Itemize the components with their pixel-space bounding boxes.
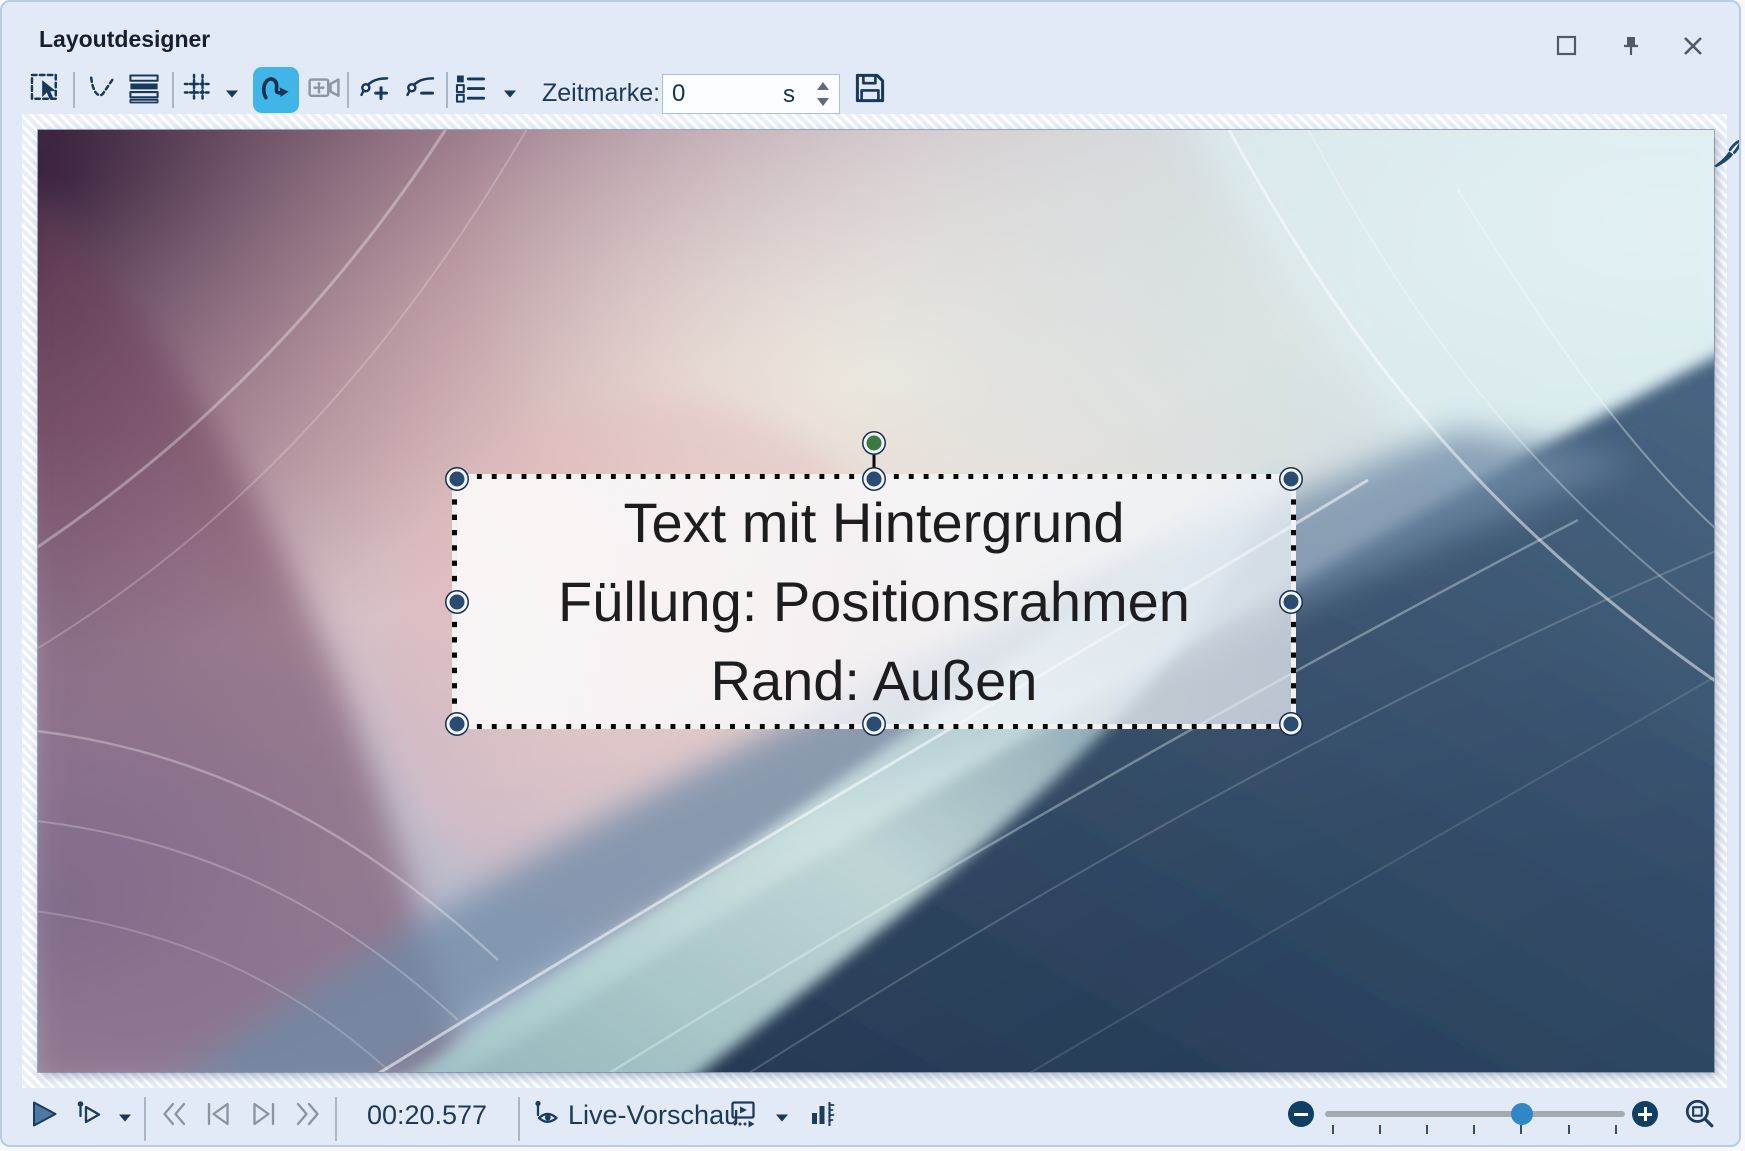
separator: [335, 1097, 337, 1141]
resize-handle-nw[interactable]: [447, 469, 468, 490]
separator: [446, 72, 448, 108]
play-icon: [29, 1116, 59, 1133]
slider-tick: [1520, 1125, 1522, 1134]
save-button[interactable]: [850, 68, 890, 112]
zoom-fit-button[interactable]: [1683, 1097, 1713, 1127]
grid-icon: [181, 71, 215, 110]
spinner-down-icon[interactable]: [817, 98, 829, 106]
close-icon: [1680, 46, 1706, 63]
spinner-up-icon[interactable]: [817, 82, 829, 90]
motion-path-button[interactable]: [253, 67, 299, 113]
render-stats-button[interactable]: [808, 1099, 838, 1129]
skip-to-start-icon: [159, 1116, 189, 1133]
playback-options-chevron[interactable]: [118, 1110, 132, 1120]
transport-bar: 00:20.577 Live-Vorschau: [2, 1088, 1739, 1147]
resize-handle-s[interactable]: [864, 714, 885, 735]
zeitmarke-spinner[interactable]: [814, 79, 832, 109]
resize-handle-se[interactable]: [1281, 714, 1302, 735]
pin-button[interactable]: [1618, 33, 1644, 59]
slider-tick: [1332, 1125, 1334, 1134]
resize-handle-ne[interactable]: [1281, 469, 1302, 490]
toolbar: Zeitmarke: s: [2, 64, 1739, 116]
remove-keypoint-button[interactable]: [400, 68, 440, 112]
maximize-icon: [1554, 46, 1580, 63]
maximize-button[interactable]: [1554, 33, 1580, 59]
zeitmarke-label: Zeitmarke:: [542, 79, 660, 108]
resize-handle-sw[interactable]: [447, 714, 468, 735]
zoom-fit-icon: [1683, 1116, 1715, 1133]
slider-tick: [1426, 1125, 1428, 1134]
preview-monitor-button[interactable]: [729, 1099, 759, 1129]
resize-handle-e[interactable]: [1281, 591, 1302, 612]
add-keypoint-icon: [357, 71, 391, 110]
play-from-marker-button[interactable]: [74, 1099, 104, 1129]
separator: [347, 72, 349, 108]
separator: [73, 72, 75, 108]
zeitmarke-unit: s: [783, 81, 795, 109]
preview-options-chevron[interactable]: [775, 1110, 789, 1120]
preview-monitor-icon: [729, 1116, 759, 1133]
keyframe-list-icon: [453, 71, 487, 110]
tracks-button[interactable]: [124, 68, 164, 112]
tracks-icon: [127, 71, 161, 110]
keyframe-list-chevron[interactable]: [503, 86, 517, 96]
titlebar: Layoutdesigner: [2, 2, 1739, 64]
skip-to-end-button[interactable]: [293, 1099, 323, 1129]
separator: [144, 1097, 146, 1141]
window-title: Layoutdesigner: [39, 26, 210, 53]
select-tool-icon: [28, 71, 62, 110]
step-forward-button[interactable]: [249, 1099, 279, 1129]
zoom-slider-thumb[interactable]: [1511, 1103, 1533, 1125]
brush-icon[interactable]: [1712, 138, 1741, 170]
stage-area: Text mit Hintergrund Füllung: Positionsr…: [22, 114, 1727, 1088]
resize-handle-n[interactable]: [864, 469, 885, 490]
text-object[interactable]: Text mit Hintergrund Füllung: Positionsr…: [452, 474, 1296, 729]
live-preview-toggle[interactable]: [532, 1099, 562, 1129]
step-forward-icon: [249, 1116, 279, 1133]
text-object-content: Text mit Hintergrund Füllung: Positionsr…: [457, 479, 1291, 724]
render-stats-icon: [808, 1116, 838, 1133]
keyframe-list-button[interactable]: [450, 68, 490, 112]
remove-keypoint-icon: [403, 71, 437, 110]
step-back-button[interactable]: [203, 1099, 233, 1129]
zeitmarke-field: s: [662, 74, 840, 114]
layoutdesigner-window: Layoutdesigner: [0, 0, 1741, 1147]
zoom-slider-track[interactable]: [1325, 1111, 1625, 1117]
camera-pan-icon: [306, 70, 342, 111]
close-button[interactable]: [1680, 33, 1706, 59]
text-line: Rand: Außen: [711, 641, 1038, 720]
slider-tick: [1568, 1125, 1570, 1134]
save-icon: [852, 70, 888, 111]
camera-pan-button[interactable]: [304, 68, 344, 112]
grid-button[interactable]: [178, 68, 218, 112]
select-tool-button[interactable]: [25, 68, 65, 112]
skip-to-end-icon: [293, 1116, 323, 1133]
play-button[interactable]: [29, 1099, 59, 1129]
motion-path-icon: [258, 70, 294, 111]
text-line: Text mit Hintergrund: [623, 483, 1124, 562]
preview-canvas[interactable]: Text mit Hintergrund Füllung: Positionsr…: [38, 130, 1714, 1072]
separator: [172, 72, 174, 108]
skip-to-start-button[interactable]: [159, 1099, 189, 1129]
curve-tool-icon: [85, 71, 119, 110]
add-keypoint-button[interactable]: [354, 68, 394, 112]
slider-tick: [1473, 1125, 1475, 1134]
play-from-marker-icon: [74, 1116, 104, 1133]
grid-options-chevron[interactable]: [225, 86, 239, 96]
time-display: 00:20.577: [362, 1100, 492, 1131]
curve-tool-button[interactable]: [82, 68, 122, 112]
step-back-icon: [203, 1116, 233, 1133]
resize-handle-w[interactable]: [447, 591, 468, 612]
zeitmarke-input[interactable]: [663, 75, 792, 113]
text-line: Füllung: Positionsrahmen: [558, 562, 1190, 641]
zoom-out-button[interactable]: [1288, 1101, 1314, 1127]
slider-tick: [1379, 1125, 1381, 1134]
separator: [518, 1097, 520, 1141]
pin-icon: [1618, 46, 1644, 63]
slider-tick: [1615, 1125, 1617, 1134]
rotation-handle[interactable]: [864, 433, 885, 454]
pin-eye-icon: [532, 1116, 562, 1133]
zoom-in-button[interactable]: [1632, 1101, 1658, 1127]
live-preview-label: Live-Vorschau: [568, 1100, 739, 1131]
